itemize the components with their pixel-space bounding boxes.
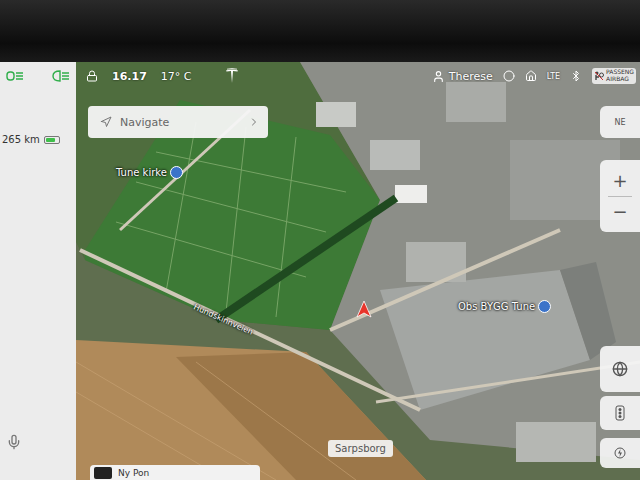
compass-button[interactable]: NE [600, 106, 640, 138]
battery-fill [46, 138, 55, 142]
album-art [94, 467, 112, 479]
map-view-button[interactable] [600, 346, 640, 392]
lights-icon[interactable] [6, 70, 24, 82]
traffic-light-icon [615, 405, 625, 421]
temperature-text: 17° C [161, 70, 192, 83]
network-text: LTE [547, 72, 560, 81]
poi-label[interactable]: Obs BYGG Tune [458, 300, 551, 313]
airbag-text: PASSENG [606, 69, 634, 76]
poi-label[interactable]: Tune kirke [116, 166, 183, 179]
lightning-icon [614, 447, 626, 459]
navigation-icon [100, 116, 112, 128]
microphone-icon[interactable] [6, 434, 22, 450]
airbag-icon [594, 71, 604, 81]
home-icon[interactable] [525, 70, 537, 82]
media-title: Ny Pon [118, 468, 149, 478]
globe-icon [612, 361, 628, 377]
headlight-icon[interactable] [52, 70, 70, 82]
car-position-icon [356, 300, 372, 318]
tesla-logo-icon[interactable] [225, 68, 239, 84]
city-label: Sarpsborg [328, 440, 393, 457]
poi-pin-icon[interactable] [170, 166, 183, 179]
poi-pin-icon[interactable] [538, 300, 551, 313]
airbag-indicator: PASSENGAIRBAG [592, 68, 636, 83]
time-text: 16.17 [112, 70, 147, 83]
zoom-control: +− [600, 160, 640, 232]
media-player[interactable]: Ny Pon [90, 465, 260, 480]
vehicle-panel: 265 km [0, 62, 76, 480]
map[interactable]: 16.17 17° C Therese LTE PASSENGAIRBAG Navigat… [76, 62, 640, 480]
screen-bezel [0, 0, 640, 62]
range-row: 265 km [2, 134, 70, 145]
bluetooth-icon[interactable] [570, 70, 582, 82]
zoom-out-button[interactable]: − [612, 197, 627, 227]
status-bar: 16.17 17° C Therese LTE PASSENGAIRBAG [76, 68, 640, 84]
zoom-in-button[interactable]: + [612, 166, 627, 196]
traffic-button[interactable] [600, 396, 640, 430]
chevron-right-icon [248, 116, 260, 128]
car-screen: 265 km 16.17 17° C Therese LTE PASSENGAIRBAG N… [0, 0, 640, 480]
profile-icon[interactable] [432, 70, 445, 83]
battery-icon [44, 136, 60, 144]
camera-icon[interactable] [503, 70, 515, 82]
navigate-field[interactable]: Navigate [88, 106, 268, 138]
lights-row [6, 70, 70, 82]
airbag-text: AIRBAG [606, 76, 634, 83]
screen-body: 265 km 16.17 17° C Therese LTE PASSENGAIRBAG N… [0, 62, 640, 480]
range-text: 265 km [2, 134, 40, 145]
charging-button[interactable] [600, 438, 640, 468]
lock-icon[interactable] [86, 70, 98, 82]
driver-name[interactable]: Therese [449, 70, 493, 83]
